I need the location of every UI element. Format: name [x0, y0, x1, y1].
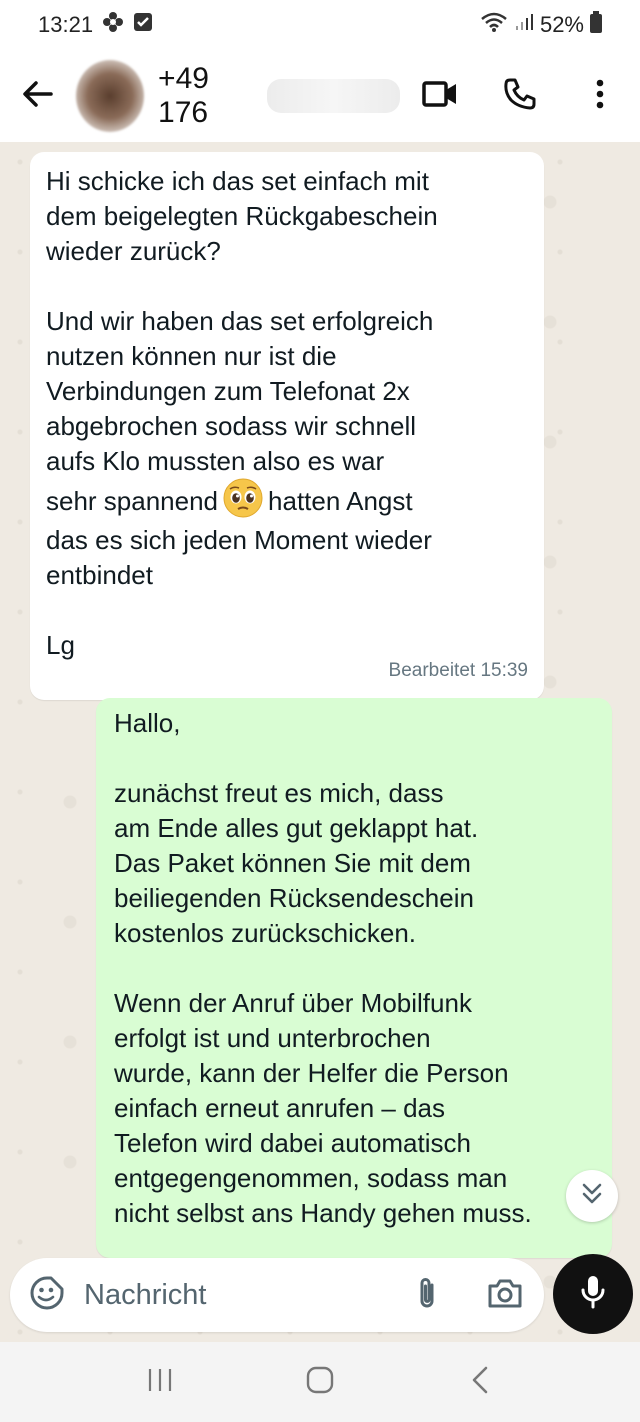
chat-area[interactable]: Hi schicke ich das set einfach mit dem b… [0, 142, 640, 1342]
recents-button[interactable] [120, 1342, 200, 1422]
status-bar: 13:21 52% [0, 0, 640, 50]
contact-name[interactable]: +49 176 [158, 62, 400, 130]
battery-icon [590, 11, 602, 39]
more-vertical-icon [595, 79, 605, 114]
message-input[interactable]: Nachricht [84, 1279, 388, 1312]
incoming-message[interactable]: Hi schicke ich das set einfach mit dem b… [30, 152, 544, 700]
message-text: Hi schicke ich das set einfach mit dem b… [46, 166, 438, 266]
double-chevron-down-icon [581, 1182, 603, 1211]
check-box-icon [133, 12, 153, 38]
contact-number: +49 176 [158, 62, 209, 129]
home-icon [305, 1365, 335, 1400]
redacted-number [267, 79, 400, 113]
message-text: Wenn der Anruf über Mobilfunk erfolgt is… [114, 988, 532, 1228]
chat-header: +49 176 [0, 50, 640, 142]
attachment-icon [415, 1275, 439, 1316]
status-time: 13:21 [38, 12, 94, 37]
camera-icon [487, 1277, 523, 1314]
message-greeting: Hallo, [114, 708, 181, 738]
back-nav-button[interactable] [440, 1342, 520, 1422]
emoji-button[interactable] [10, 1258, 84, 1332]
wifi-icon [480, 11, 508, 39]
system-nav-bar [0, 1342, 640, 1422]
message-timestamp: Bearbeitet 15:39 [388, 660, 528, 681]
phone-icon [503, 77, 537, 116]
chevron-left-icon [470, 1365, 490, 1400]
voice-call-button[interactable] [480, 50, 560, 142]
video-call-icon [422, 80, 458, 113]
message-composer[interactable]: Nachricht [10, 1258, 544, 1332]
back-button[interactable] [0, 50, 76, 142]
video-call-button[interactable] [400, 50, 480, 142]
scroll-to-bottom-button[interactable] [566, 1170, 618, 1222]
message-line: nutzen können nur ist die [46, 341, 337, 371]
flower-icon [101, 10, 125, 40]
camera-button[interactable] [466, 1258, 544, 1332]
message-text: sehr spannend [46, 485, 219, 516]
more-options-button[interactable] [560, 50, 640, 142]
voice-message-button[interactable] [553, 1254, 633, 1334]
message-text: zunächst freut es mich, dass am Ende all… [114, 778, 479, 948]
message-line: Verbindungen zum Telefonat 2x [46, 376, 410, 406]
avatar[interactable] [75, 60, 145, 132]
message-line: Und wir haben das set erfolgreich [46, 306, 434, 336]
message-line: aufs Klo mussten also es war [46, 446, 385, 476]
attach-button[interactable] [388, 1258, 466, 1332]
message-line: abgebrochen sodass wir schnell [46, 411, 416, 441]
message-text: hatten Angst [268, 485, 413, 516]
battery-percent: 52% [539, 12, 584, 37]
back-arrow-icon [21, 79, 55, 114]
message-line-with-emoji: sehr spannend hatten Angst [46, 477, 528, 523]
emoji-sticker-icon [29, 1275, 65, 1316]
recents-icon [146, 1367, 174, 1398]
signal-icon [514, 12, 534, 38]
outgoing-message[interactable]: Hallo, zunächst freut es mich, dass am E… [96, 698, 612, 1258]
microphone-icon [580, 1274, 606, 1315]
home-button[interactable] [280, 1342, 360, 1422]
message-text: das es sich jeden Moment wieder entbinde… [46, 525, 432, 590]
pleading-face-emoji-icon [222, 477, 264, 519]
